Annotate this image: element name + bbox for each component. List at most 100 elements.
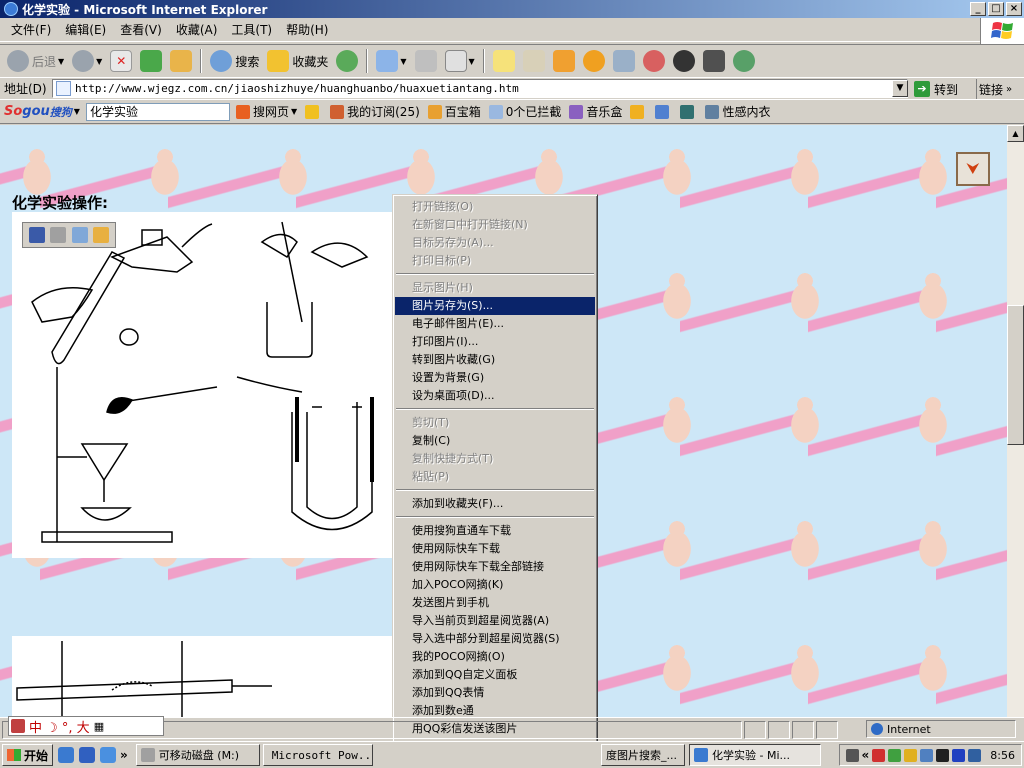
mail-icon[interactable] bbox=[71, 227, 88, 243]
menu-view[interactable]: 查看(V) bbox=[113, 21, 169, 38]
highlight-button[interactable] bbox=[305, 104, 322, 119]
distillation-image[interactable] bbox=[12, 636, 392, 717]
chemistry-lab-image[interactable] bbox=[12, 212, 392, 558]
popup-blocked-button[interactable]: 0个已拦截 bbox=[488, 103, 561, 120]
context-menu-item[interactable]: 我的POCO网摘(O) bbox=[395, 648, 595, 666]
chevron-down-icon[interactable]: ▼ bbox=[74, 107, 80, 116]
address-dropdown-button[interactable]: ▼ bbox=[892, 80, 908, 97]
task-chemistry-ie[interactable]: 化学实验 - Mi... bbox=[689, 744, 821, 766]
menu-favorites[interactable]: 收藏(A) bbox=[169, 21, 225, 38]
fortune-button[interactable] bbox=[630, 104, 647, 119]
research-button[interactable] bbox=[610, 47, 638, 75]
ad-link[interactable]: 性感内衣 bbox=[705, 103, 770, 120]
title-bar[interactable]: 化学实验 - Microsoft Internet Explorer _ □ × bbox=[0, 0, 1024, 18]
chevron-down-icon[interactable]: ▼ bbox=[400, 57, 406, 66]
context-menu-item[interactable]: 添加到QQ表情 bbox=[395, 684, 595, 702]
chevron-down-icon[interactable]: ▼ bbox=[291, 107, 297, 116]
tray-volume-icon[interactable] bbox=[968, 748, 982, 762]
stop-button[interactable]: ✕ bbox=[107, 47, 135, 75]
context-menu-item[interactable]: 使用网际快车下载 bbox=[395, 540, 595, 558]
context-menu-item[interactable]: 发送图片到手机 bbox=[395, 594, 595, 612]
context-menu-item[interactable]: 图片另存为(S)... bbox=[395, 297, 595, 315]
context-menu-item[interactable]: 打印图片(I)... bbox=[395, 333, 595, 351]
task-powerpoint[interactable]: Microsoft Pow... bbox=[262, 744, 373, 766]
users-button[interactable] bbox=[730, 47, 758, 75]
tray-player-icon[interactable] bbox=[952, 748, 966, 762]
vertical-scrollbar[interactable]: ▲ bbox=[1007, 125, 1024, 717]
go-button[interactable]: ➔ 转到 bbox=[914, 79, 972, 99]
history-button[interactable] bbox=[333, 47, 361, 75]
messenger-button[interactable] bbox=[640, 47, 668, 75]
subscriptions-button[interactable]: 我的订阅(25) bbox=[330, 103, 420, 120]
tray-monitor-icon[interactable] bbox=[920, 748, 934, 762]
home-button[interactable] bbox=[167, 47, 195, 75]
ime-status-bar[interactable]: 中 ☽ °, 大 ▦ bbox=[8, 716, 164, 736]
search-button[interactable]: 搜索 bbox=[207, 47, 262, 75]
start-button[interactable]: 开始 bbox=[2, 744, 54, 766]
qq-button[interactable] bbox=[670, 47, 698, 75]
minimize-button[interactable]: _ bbox=[970, 2, 986, 16]
clock[interactable]: 8:56 bbox=[990, 749, 1015, 762]
links-button[interactable]: 链接» bbox=[976, 79, 1024, 99]
context-menu-item[interactable]: 设为桌面项(D)... bbox=[395, 387, 595, 405]
tray-ime-icon[interactable] bbox=[904, 748, 918, 762]
close-button[interactable]: × bbox=[1006, 2, 1022, 16]
menu-help[interactable]: 帮助(H) bbox=[279, 21, 335, 38]
quick-launch-chevron[interactable]: » bbox=[120, 748, 128, 762]
task-removable-disk[interactable]: 可移动磁盘 (M:) bbox=[135, 744, 260, 766]
save-icon[interactable] bbox=[28, 227, 45, 243]
scroll-thumb[interactable] bbox=[1007, 305, 1024, 445]
context-menu-item[interactable]: 添加到QQ自定义面板 bbox=[395, 666, 595, 684]
context-menu-item[interactable]: 电子邮件图片(E)... bbox=[395, 315, 595, 333]
quick-launch-ie-icon[interactable] bbox=[79, 747, 96, 763]
refresh-button[interactable] bbox=[137, 47, 165, 75]
print-button[interactable] bbox=[412, 47, 440, 75]
scroll-up-button[interactable]: ▲ bbox=[1007, 125, 1024, 142]
forward-button[interactable]: ▼ bbox=[69, 47, 105, 75]
house-button[interactable] bbox=[520, 47, 548, 75]
download-button[interactable] bbox=[700, 47, 728, 75]
book-button[interactable] bbox=[550, 47, 578, 75]
context-menu-item[interactable]: 使用网际快车下载全部链接 bbox=[395, 558, 595, 576]
mail-button[interactable]: ▼ bbox=[373, 47, 409, 75]
tray-network-icon[interactable] bbox=[888, 748, 902, 762]
maximize-button[interactable]: □ bbox=[988, 2, 1004, 16]
printer-icon[interactable] bbox=[50, 227, 67, 243]
sogou-search-input[interactable]: 化学实验 bbox=[85, 102, 230, 121]
tray-app-icon[interactable] bbox=[845, 748, 859, 762]
context-menu-item[interactable]: 导入选中部分到超星阅览器(S) bbox=[395, 630, 595, 648]
sogou-logo[interactable]: So gou 搜狗 ▼ bbox=[4, 104, 80, 120]
favorites-button[interactable]: 收藏夹 bbox=[264, 47, 331, 75]
context-menu-item[interactable]: 设置为背景(G) bbox=[395, 369, 595, 387]
treasure-box-button[interactable]: 百宝箱 bbox=[427, 103, 481, 120]
back-button[interactable]: 后退 ▼ bbox=[4, 47, 67, 75]
context-menu-item[interactable]: 复制(C) bbox=[395, 432, 595, 450]
screen-button[interactable] bbox=[680, 104, 697, 119]
sogou-web-search-button[interactable]: 搜网页 ▼ bbox=[235, 103, 297, 120]
chevron-down-icon[interactable]: ▼ bbox=[469, 57, 475, 66]
cat-button[interactable] bbox=[580, 47, 608, 75]
quick-launch-desktop-icon[interactable] bbox=[58, 747, 75, 763]
chevron-down-icon[interactable]: ▼ bbox=[96, 57, 102, 66]
notes-button[interactable] bbox=[490, 47, 518, 75]
edit-button[interactable]: ▼ bbox=[442, 47, 478, 75]
context-menu-item[interactable]: 转到图片收藏(G) bbox=[395, 351, 595, 369]
mail-check-button[interactable] bbox=[655, 104, 672, 119]
quick-launch-explorer-icon[interactable] bbox=[100, 747, 117, 763]
music-box-button[interactable]: 音乐盒 bbox=[569, 103, 622, 120]
tray-chevron[interactable]: « bbox=[862, 748, 870, 762]
menu-edit[interactable]: 编辑(E) bbox=[58, 21, 113, 38]
task-image-search[interactable]: 度图片搜索_... bbox=[601, 744, 685, 766]
folder-icon[interactable] bbox=[93, 227, 110, 243]
address-input[interactable]: http://www.wjegz.com.cn/jiaoshizhuye/hua… bbox=[52, 79, 908, 98]
context-menu-item[interactable]: 使用搜狗直通车下载 bbox=[395, 522, 595, 540]
tray-antivirus-icon[interactable] bbox=[872, 748, 886, 762]
menu-tools[interactable]: 工具(T) bbox=[224, 21, 279, 38]
menu-file[interactable]: 文件(F) bbox=[4, 21, 58, 38]
context-menu-item[interactable]: 加入POCO网摘(K) bbox=[395, 576, 595, 594]
context-menu-item[interactable]: 导入当前页到超星阅览器(A) bbox=[395, 612, 595, 630]
chevron-down-icon[interactable]: ▼ bbox=[58, 57, 64, 66]
tray-qq-icon[interactable] bbox=[936, 748, 950, 762]
download-chevron-icon[interactable]: ⮟ bbox=[956, 152, 990, 186]
context-menu-item[interactable]: 添加到收藏夹(F)... bbox=[395, 495, 595, 513]
